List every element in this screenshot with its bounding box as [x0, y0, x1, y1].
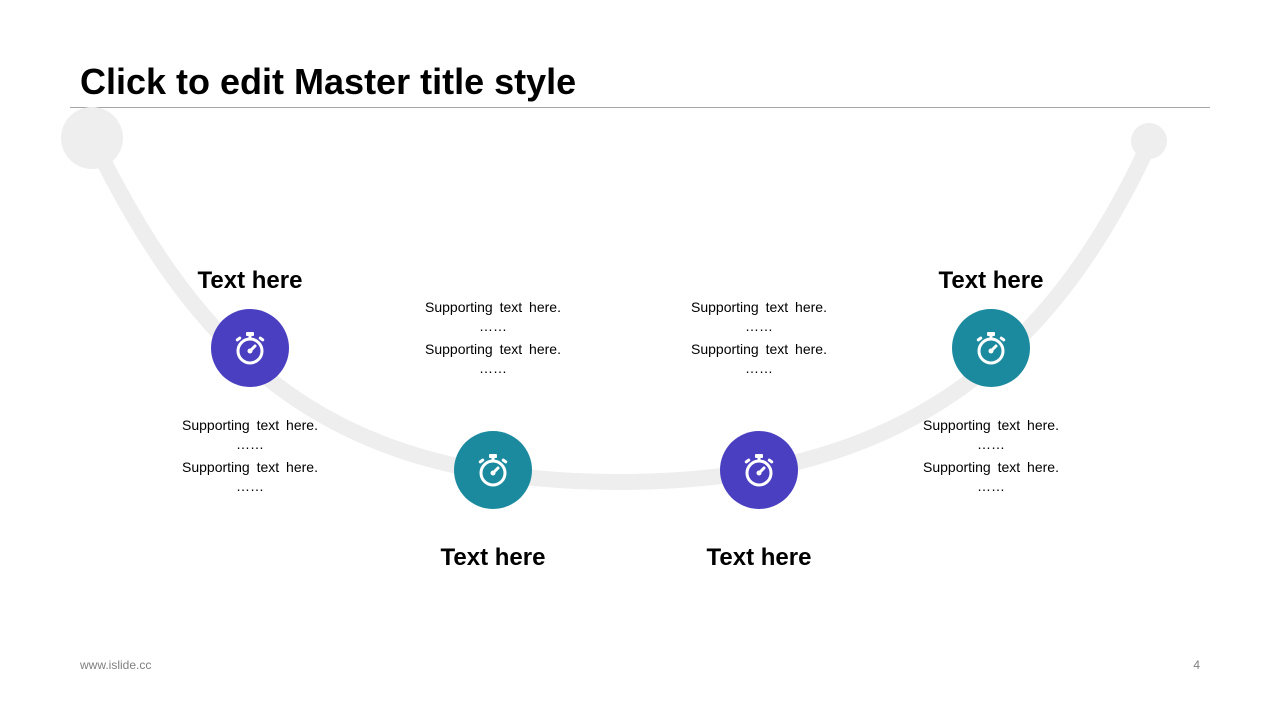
page-number: 4: [1193, 658, 1200, 672]
footer-website: www.islide.cc: [80, 658, 152, 672]
supporting-text[interactable]: Supporting text here.: [639, 339, 879, 359]
arc-start-dot: [61, 107, 123, 169]
ellipsis: ……: [977, 436, 1005, 452]
slide: Click to edit Master title style Text he…: [0, 0, 1280, 720]
supporting-text[interactable]: Supporting text here.: [130, 415, 370, 435]
ellipsis: ……: [745, 318, 773, 334]
step-4-heading[interactable]: Text here: [871, 266, 1111, 296]
supporting-text[interactable]: Supporting text here.: [130, 457, 370, 477]
ellipsis: ……: [745, 360, 773, 376]
arc-end-dot: [1131, 123, 1167, 159]
step-3-node: [720, 431, 798, 509]
ellipsis: ……: [236, 436, 264, 452]
ellipsis: ……: [236, 478, 264, 494]
supporting-text[interactable]: Supporting text here.: [373, 339, 613, 359]
stopwatch-icon: [744, 454, 774, 487]
step-3-supporting: Supporting text here. …… Supporting text…: [639, 297, 879, 381]
step-3-heading[interactable]: Text here: [639, 543, 879, 573]
ellipsis: ……: [977, 478, 1005, 494]
step-1-supporting: Supporting text here. …… Supporting text…: [130, 415, 370, 499]
stopwatch-icon: [235, 332, 265, 365]
step-2-supporting: Supporting text here. …… Supporting text…: [373, 297, 613, 381]
step-4-node: [952, 309, 1030, 387]
step-1-node: [211, 309, 289, 387]
step-2-heading[interactable]: Text here: [373, 543, 613, 573]
supporting-text[interactable]: Supporting text here.: [373, 297, 613, 317]
supporting-text[interactable]: Supporting text here.: [871, 457, 1111, 477]
stopwatch-icon: [976, 332, 1006, 365]
step-2-node: [454, 431, 532, 509]
ellipsis: ……: [479, 360, 507, 376]
step-1-heading[interactable]: Text here: [130, 266, 370, 296]
step-4-supporting: Supporting text here. …… Supporting text…: [871, 415, 1111, 499]
supporting-text[interactable]: Supporting text here.: [639, 297, 879, 317]
stopwatch-icon: [478, 454, 508, 487]
supporting-text[interactable]: Supporting text here.: [871, 415, 1111, 435]
ellipsis: ……: [479, 318, 507, 334]
